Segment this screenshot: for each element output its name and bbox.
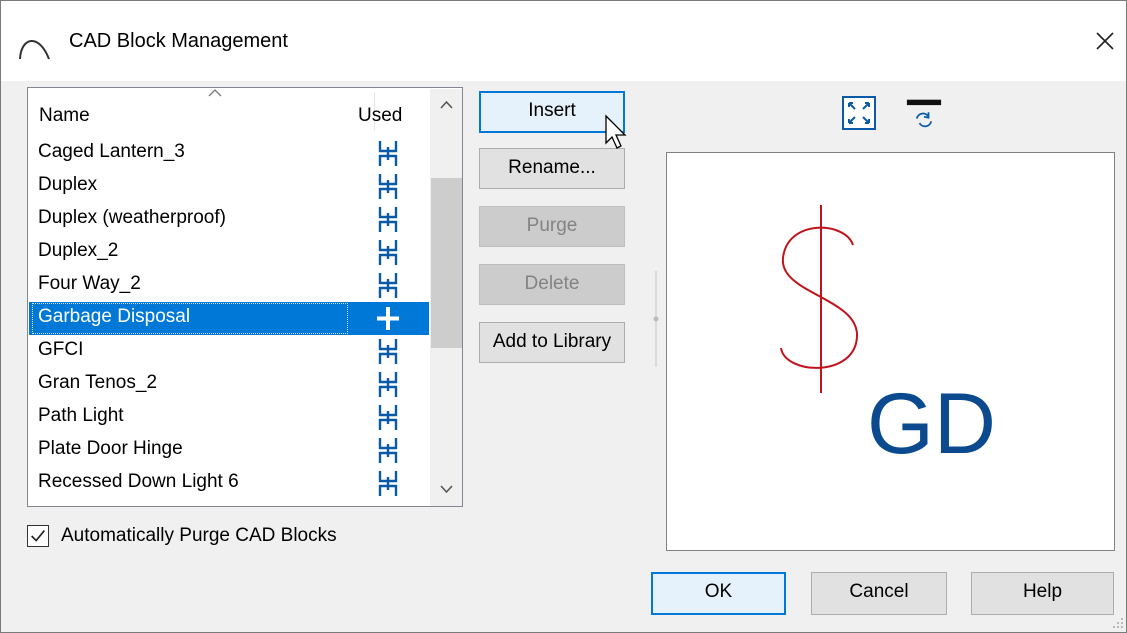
cad-block-management-dialog: CAD Block Management Name Used Caged Lan…	[0, 0, 1127, 633]
list-item-name: Plate Door Hinge	[38, 438, 183, 459]
column-header-used[interactable]: Used	[358, 105, 402, 127]
scroll-down-icon[interactable]	[430, 472, 463, 505]
list-item[interactable]: Recessed Down Light 6	[29, 467, 429, 500]
chain-link-icon	[378, 438, 398, 463]
list-item-name: Duplex_2	[38, 240, 119, 261]
list-item[interactable]: GFCI	[29, 335, 429, 368]
chain-link-icon	[378, 207, 398, 232]
rename-button[interactable]: Rename...	[479, 148, 625, 189]
list-item[interactable]: Duplex_2	[29, 236, 429, 269]
resize-grip-icon[interactable]	[1109, 614, 1125, 630]
list-item-name: Caged Lantern_3	[38, 141, 185, 162]
arc-icon	[19, 40, 50, 60]
chain-link-icon	[378, 141, 398, 166]
scroll-up-icon[interactable]	[430, 89, 463, 122]
auto-purge-label[interactable]: Automatically Purge CAD Blocks	[61, 525, 337, 547]
list-item-name: Four Way_2	[38, 273, 141, 294]
list-item-name: Garbage Disposal	[38, 306, 191, 327]
list-item[interactable]: Duplex	[29, 170, 429, 203]
list-item-selected[interactable]: Garbage Disposal	[29, 302, 429, 335]
list-item-name: Recessed Down Light 6	[38, 471, 239, 492]
block-preview: GD	[666, 152, 1115, 551]
chain-link-icon	[378, 405, 398, 430]
chain-link-icon	[378, 240, 398, 265]
plus-icon	[377, 307, 399, 330]
add-to-library-button[interactable]: Add to Library	[479, 322, 625, 363]
preview-text: GD	[867, 376, 996, 472]
list-item-name: GFCI	[38, 339, 84, 360]
rotate-view-icon[interactable]	[906, 97, 942, 133]
list-item[interactable]: Four Way_2	[29, 269, 429, 302]
delete-button[interactable]: Delete	[479, 264, 625, 305]
list-item[interactable]: Gran Tenos_2	[29, 368, 429, 401]
cancel-button[interactable]: Cancel	[811, 572, 947, 615]
list-item[interactable]: Caged Lantern_3	[29, 137, 429, 170]
list-item[interactable]: Plate Door Hinge	[29, 434, 429, 467]
list-scrollbar[interactable]	[430, 89, 463, 506]
auto-purge-checkbox[interactable]	[27, 525, 49, 547]
mouse-cursor-icon	[605, 114, 627, 149]
list-item[interactable]: Path Light	[29, 401, 429, 434]
list-item-name: Gran Tenos_2	[38, 372, 158, 393]
title-bar: CAD Block Management	[1, 1, 1126, 81]
help-button[interactable]: Help	[971, 572, 1114, 615]
fill-window-icon[interactable]	[841, 95, 877, 131]
cad-block-list[interactable]: Name Used Caged Lantern_3 Duplex Duplex …	[27, 87, 463, 507]
splitter-handle[interactable]	[652, 271, 660, 367]
chain-link-icon	[378, 174, 398, 199]
list-item-name: Path Light	[38, 405, 124, 426]
purge-button[interactable]: Purge	[479, 206, 625, 247]
preview-canvas: GD	[780, 205, 996, 472]
chain-link-icon	[378, 372, 398, 397]
window-title: CAD Block Management	[69, 30, 288, 52]
close-icon[interactable]	[1085, 21, 1125, 61]
column-header-name[interactable]: Name	[39, 105, 90, 127]
chain-link-icon	[378, 471, 398, 496]
chain-link-icon	[378, 339, 398, 364]
scroll-thumb[interactable]	[431, 178, 462, 348]
sort-up-icon	[208, 89, 222, 97]
list-item[interactable]: Duplex (weatherproof)	[29, 203, 429, 236]
list-item-name: Duplex (weatherproof)	[38, 207, 226, 228]
checkmark-icon	[31, 530, 45, 542]
list-item-name: Duplex	[38, 174, 98, 195]
chain-link-icon	[378, 273, 398, 298]
ok-button[interactable]: OK	[651, 572, 786, 615]
